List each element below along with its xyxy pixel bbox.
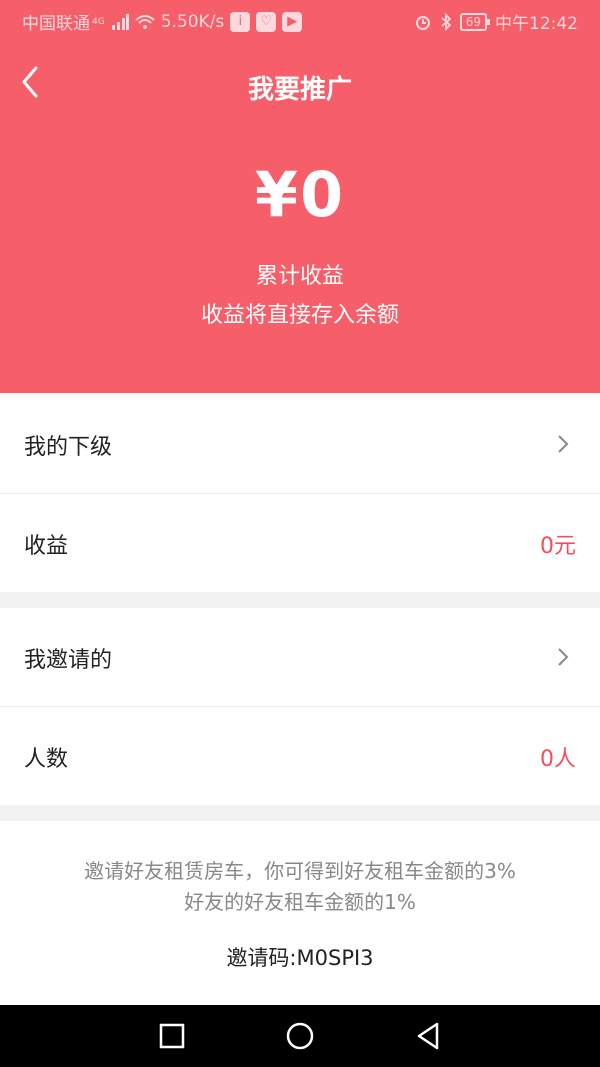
wifi-icon [135, 14, 155, 29]
my-invites-label: 我邀请的 [24, 648, 113, 673]
earnings-label: 收益 [24, 534, 69, 559]
invite-code-label: 邀请码: [226, 946, 297, 970]
earnings-row: 收益 0元 [0, 494, 600, 592]
shield-icon: ♡ [256, 11, 277, 32]
back-icon[interactable] [413, 1021, 443, 1051]
signal-icon [111, 13, 129, 30]
invite-reward-text: 邀请好友租赁房车，你可得到好友租车金额的3% [84, 859, 516, 883]
video-icon: ▶ [282, 11, 303, 32]
network-badge: 4G [92, 16, 105, 27]
invite-count-row: 人数 0人 [0, 707, 600, 805]
chevron-right-icon [558, 435, 569, 453]
earnings-value: 0元 [540, 534, 576, 559]
status-bar: 中国联通 4G 5.50K/s i ♡ ▶ 69 中午12:42 [0, 0, 600, 42]
nav-bar: 我要推广 [0, 50, 600, 114]
recent-apps-icon[interactable] [157, 1021, 187, 1051]
notification-i-icon: i [230, 11, 251, 32]
invite-count-label: 人数 [24, 747, 69, 772]
status-right: 69 中午12:42 [414, 9, 578, 34]
invite-reward-text-2: 好友的好友租车金额的1% [184, 890, 416, 914]
carrier-label: 中国联通 [22, 14, 90, 34]
system-nav-bar [0, 1005, 600, 1067]
header-banner: 中国联通 4G 5.50K/s i ♡ ▶ 69 中午12:42 我要推广 ¥0… [0, 0, 600, 393]
page-title: 我要推广 [247, 75, 352, 105]
invite-code[interactable]: 邀请码:M0SPI3 [0, 942, 600, 972]
earnings-note: 收益将直接存入余额 [200, 303, 399, 328]
section-gap [0, 592, 600, 608]
my-invites-row[interactable]: 我邀请的 [0, 608, 600, 706]
invite-code-value: M0SPI3 [296, 946, 374, 970]
my-subordinates-row[interactable]: 我的下级 [0, 395, 600, 493]
bluetooth-icon [441, 12, 452, 31]
status-left: 中国联通 4G 5.50K/s i ♡ ▶ [22, 9, 303, 34]
my-subordinates-label: 我的下级 [24, 435, 113, 460]
alarm-icon [415, 15, 430, 30]
home-icon[interactable] [285, 1021, 315, 1051]
invite-count-value: 0人 [540, 747, 576, 772]
chevron-right-icon [558, 648, 569, 666]
total-earnings-amount: ¥0 [254, 158, 346, 231]
clock: 中午12:42 [495, 14, 578, 34]
section-gap [0, 805, 600, 821]
network-speed: 5.50K/s [160, 11, 225, 32]
total-earnings-label: 累计收益 [255, 264, 344, 289]
battery-icon: 69 [459, 12, 491, 31]
